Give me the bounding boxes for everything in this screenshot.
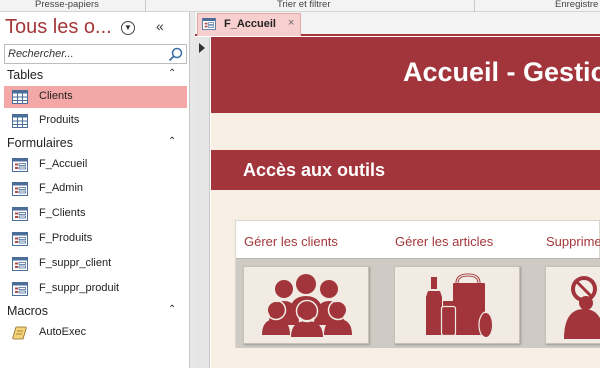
form-header: Accueil - Gestio xyxy=(211,37,600,113)
nav-item-f-suppr-client[interactable]: F_suppr_client xyxy=(4,253,187,275)
section-title: Accès aux outils xyxy=(243,160,386,180)
search-placeholder: Rechercher... xyxy=(8,48,74,60)
document-tab-bar: F_Accueil × xyxy=(195,12,600,36)
delete-button[interactable] xyxy=(545,266,600,344)
nav-item-label: F_suppr_client xyxy=(39,257,112,269)
form-icon xyxy=(12,282,28,296)
nav-item-label: Produits xyxy=(39,114,80,126)
nav-item-label: F_Clients xyxy=(39,207,86,219)
nav-item-f-suppr-produit[interactable]: F_suppr_produit xyxy=(4,278,187,300)
category-label: Macros xyxy=(7,304,48,318)
delete-link[interactable]: Supprime xyxy=(546,234,600,249)
nav-item-label: F_Accueil xyxy=(39,158,88,170)
nav-item-f-clients[interactable]: F_Clients xyxy=(4,203,187,225)
nav-pane-title[interactable]: Tous les o... xyxy=(5,16,112,39)
collapse-category-icon[interactable]: ⌃ xyxy=(168,136,176,147)
nav-item-f-produits[interactable]: F_Produits xyxy=(4,228,187,250)
current-record-arrow-icon xyxy=(199,43,205,53)
nav-item-clients[interactable]: Clients xyxy=(4,86,187,108)
people-icon xyxy=(262,274,352,337)
search-icon[interactable] xyxy=(168,47,183,62)
table-icon xyxy=(12,90,28,104)
tools-panel: Gérer les clients Gérer les articles Sup… xyxy=(235,220,600,348)
nav-item-produits[interactable]: Produits xyxy=(4,110,187,132)
form-canvas: Accueil - Gestio Accès aux outils Gérer … xyxy=(211,37,600,368)
form-icon xyxy=(12,232,28,246)
manage-articles-button[interactable] xyxy=(394,266,520,344)
category-formulaires[interactable]: Formulaires ⌃ xyxy=(0,136,188,152)
manage-clients-button[interactable] xyxy=(243,266,369,344)
form-icon xyxy=(202,18,216,30)
nav-item-label: F_suppr_produit xyxy=(39,282,120,294)
delete-icon xyxy=(564,276,600,339)
manage-articles-link[interactable]: Gérer les articles xyxy=(395,234,493,249)
chevron-down-icon[interactable]: ▼ xyxy=(121,21,135,35)
category-label: Tables xyxy=(7,68,44,82)
manage-clients-link[interactable]: Gérer les clients xyxy=(244,234,338,249)
tab-f-accueil[interactable]: F_Accueil × xyxy=(197,13,301,36)
category-tables[interactable]: Tables ⌃ xyxy=(0,68,188,84)
section-band: Accès aux outils xyxy=(211,150,600,190)
ribbon-group-records: Enregistre xyxy=(555,0,599,10)
search-input[interactable]: Rechercher... xyxy=(4,44,187,64)
collapse-category-icon[interactable]: ⌃ xyxy=(168,304,176,315)
form-icon xyxy=(12,207,28,221)
nav-item-label: F_Admin xyxy=(39,182,84,194)
form-icon xyxy=(12,257,28,271)
ribbon-group-labels: Presse-papiers Trier et filtrer Enregist… xyxy=(0,0,600,12)
nav-item-autoexec[interactable]: AutoExec xyxy=(4,322,187,344)
ribbon-group-sort-filter: Trier et filtrer xyxy=(277,0,331,10)
collapse-category-icon[interactable]: ⌃ xyxy=(168,68,176,79)
nav-item-f-admin[interactable]: F_Admin xyxy=(4,178,187,200)
record-selector[interactable] xyxy=(195,37,210,368)
form-icon xyxy=(12,158,28,172)
nav-item-label: Clients xyxy=(39,90,73,102)
nav-item-f-accueil[interactable]: F_Accueil xyxy=(4,154,187,176)
close-icon[interactable]: × xyxy=(288,17,294,29)
form-title: Accueil - Gestio xyxy=(403,57,600,87)
category-macros[interactable]: Macros ⌃ xyxy=(0,304,188,320)
bottles-icon xyxy=(426,273,494,339)
ribbon-group-clipboard: Presse-papiers xyxy=(35,0,99,10)
macro-icon xyxy=(12,326,27,340)
table-icon xyxy=(12,114,28,128)
nav-item-label: F_Produits xyxy=(39,232,93,244)
form-icon xyxy=(12,182,28,196)
tab-label: F_Accueil xyxy=(224,18,276,30)
collapse-pane-icon[interactable]: « xyxy=(156,18,164,34)
category-label: Formulaires xyxy=(7,136,73,150)
nav-item-label: AutoExec xyxy=(39,326,87,338)
navigation-pane: Tous les o... ▼ « Rechercher... Tables ⌃… xyxy=(0,12,190,368)
